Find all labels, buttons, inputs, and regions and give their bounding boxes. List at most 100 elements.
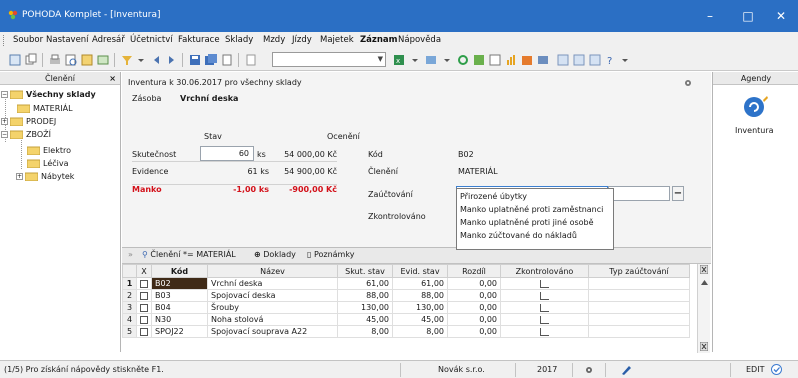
collapse-icon[interactable]: − bbox=[1, 91, 8, 98]
tab-filter[interactable]: ⚲ Členění *= MATERIÁL bbox=[142, 250, 236, 259]
excel-icon[interactable]: x bbox=[392, 53, 406, 67]
calendar-icon[interactable] bbox=[520, 53, 534, 67]
cell-kod[interactable]: B03 bbox=[151, 289, 208, 302]
col-evid-stav[interactable]: Evid. stav bbox=[392, 264, 448, 278]
attach-icon[interactable] bbox=[220, 53, 234, 67]
close-button[interactable]: ✕ bbox=[766, 6, 796, 26]
copy-icon[interactable] bbox=[24, 53, 38, 67]
cell-evid[interactable]: 88,00 bbox=[392, 289, 448, 302]
save-all-icon[interactable] bbox=[204, 53, 218, 67]
tree-node-vsechny-sklady[interactable]: − Všechny sklady bbox=[1, 90, 96, 99]
document-icon[interactable] bbox=[244, 53, 258, 67]
cell-evid[interactable]: 8,00 bbox=[392, 325, 448, 338]
toolbar-combo[interactable]: ▼ bbox=[272, 52, 386, 67]
refresh-icon[interactable] bbox=[456, 53, 470, 67]
table-row[interactable]: 3 B04 Šrouby 130,00 130,00 0,00 bbox=[122, 301, 690, 314]
col-rozdil[interactable]: Rozdíl bbox=[447, 264, 501, 278]
dropdown-arrow-icon[interactable] bbox=[618, 53, 632, 67]
menu-ucetnictvi[interactable]: Účetnictví bbox=[130, 35, 173, 45]
table-row[interactable]: 5 SPOJ22 Spojovací souprava A22 8,00 8,0… bbox=[122, 325, 690, 338]
expand-icon[interactable]: » bbox=[128, 250, 133, 259]
menu-jizdy[interactable]: Jízdy bbox=[292, 35, 312, 45]
filter-icon[interactable] bbox=[120, 53, 134, 67]
tab-doklady[interactable]: ⊕ Doklady bbox=[254, 250, 296, 259]
dropdown-arrow-icon[interactable] bbox=[440, 53, 454, 67]
menu-zaznam[interactable]: Záznam bbox=[360, 35, 398, 45]
col-zkontrolovano[interactable]: Zkontrolováno bbox=[500, 264, 589, 278]
table-row[interactable]: 2 B03 Spojovací deska 88,00 88,00 0,00 bbox=[122, 289, 690, 302]
cell-typ[interactable] bbox=[588, 313, 690, 326]
zauctovani-minus-button[interactable]: − bbox=[672, 186, 684, 201]
cell-zkontrolovano[interactable] bbox=[500, 301, 589, 314]
tree-node-leciva[interactable]: Léčiva bbox=[27, 159, 69, 168]
col-typ-zauctovani[interactable]: Typ zaúčtování bbox=[588, 264, 690, 278]
status-gear-icon[interactable] bbox=[585, 366, 593, 374]
cell-skut[interactable]: 88,00 bbox=[337, 289, 393, 302]
zauctovani-extra-input[interactable] bbox=[608, 186, 670, 201]
cell-nazev[interactable]: Spojovací deska bbox=[207, 289, 338, 302]
cell-typ[interactable] bbox=[588, 301, 690, 314]
cell-typ[interactable] bbox=[588, 325, 690, 338]
expand-icon[interactable]: + bbox=[16, 173, 23, 180]
cell-skut[interactable]: 45,00 bbox=[337, 313, 393, 326]
export-icon[interactable] bbox=[96, 53, 110, 67]
col-skut-stav[interactable]: Skut. stav bbox=[337, 264, 393, 278]
list-icon[interactable] bbox=[536, 53, 550, 67]
back-icon[interactable] bbox=[150, 53, 164, 67]
grid-vertical-scrollbar[interactable] bbox=[697, 264, 710, 353]
tree-node-prodej[interactable]: + PRODEJ bbox=[1, 117, 56, 126]
dropdown-option[interactable]: Manko uplatněné proti jiné osobě bbox=[460, 218, 594, 227]
column-chooser-icon[interactable] bbox=[700, 265, 708, 274]
help-icon[interactable]: ? bbox=[604, 53, 618, 67]
cell-nazev[interactable]: Vrchní deska bbox=[207, 277, 338, 290]
cell-typ[interactable] bbox=[588, 289, 690, 302]
menu-nastaveni[interactable]: Nastavení bbox=[46, 35, 89, 45]
menu-majetek[interactable]: Majetek bbox=[320, 35, 354, 45]
preview-icon[interactable] bbox=[64, 53, 78, 67]
table-row[interactable]: 4 N30 Noha stolová 45,00 45,00 0,00 bbox=[122, 313, 690, 326]
cell-kod[interactable]: B02 bbox=[151, 277, 208, 290]
menu-soubor[interactable]: Soubor bbox=[13, 35, 43, 45]
cell-zkontrolovano[interactable] bbox=[500, 277, 589, 290]
menu-adresar[interactable]: Adresář bbox=[92, 35, 125, 45]
settings-icon[interactable] bbox=[684, 79, 692, 87]
tree-node-material[interactable]: MATERIÁL bbox=[17, 104, 73, 113]
cell-kod[interactable]: SPOJ22 bbox=[151, 325, 208, 338]
col-nazev[interactable]: Název bbox=[207, 264, 338, 278]
cell-rozdil[interactable]: 0,00 bbox=[447, 325, 501, 338]
report-icon[interactable] bbox=[80, 53, 94, 67]
scroll-up-icon[interactable] bbox=[701, 280, 708, 285]
dropdown-option[interactable]: Přirozené úbytky bbox=[460, 192, 527, 201]
chart-icon[interactable] bbox=[504, 53, 518, 67]
pen-icon[interactable] bbox=[620, 364, 632, 376]
row-checkbox[interactable] bbox=[136, 289, 152, 302]
dropdown-option[interactable]: Manko zúčtované do nákladů bbox=[460, 231, 577, 240]
cell-typ[interactable] bbox=[588, 277, 690, 290]
inventura-icon[interactable] bbox=[743, 94, 769, 120]
cell-skut[interactable]: 8,00 bbox=[337, 325, 393, 338]
dropdown-arrow-icon[interactable] bbox=[408, 53, 422, 67]
cell-evid[interactable]: 130,00 bbox=[392, 301, 448, 314]
col-x[interactable]: X bbox=[136, 264, 152, 278]
tools-icon[interactable] bbox=[424, 53, 438, 67]
cell-rozdil[interactable]: 0,00 bbox=[447, 301, 501, 314]
forward-icon[interactable] bbox=[164, 53, 178, 67]
table-row[interactable]: 1 B02 Vrchní deska 61,00 61,00 0,00 bbox=[122, 277, 690, 290]
cell-rozdil[interactable]: 0,00 bbox=[447, 313, 501, 326]
cell-kod[interactable]: B04 bbox=[151, 301, 208, 314]
cell-skut[interactable]: 61,00 bbox=[337, 277, 393, 290]
tree-node-zbozi[interactable]: − ZBOŽÍ bbox=[1, 130, 51, 139]
column-chooser-icon[interactable] bbox=[700, 342, 708, 351]
view2-icon[interactable] bbox=[572, 53, 586, 67]
cell-rozdil[interactable]: 0,00 bbox=[447, 277, 501, 290]
cell-kod[interactable]: N30 bbox=[151, 313, 208, 326]
row-checkbox[interactable] bbox=[136, 325, 152, 338]
grid-icon[interactable] bbox=[488, 53, 502, 67]
print-icon[interactable] bbox=[48, 53, 62, 67]
row-checkbox[interactable] bbox=[136, 277, 152, 290]
col-kod[interactable]: Kód bbox=[151, 264, 208, 278]
expand-icon[interactable]: + bbox=[1, 118, 8, 125]
dropdown-option[interactable]: Manko uplatněné proti zaměstnanci bbox=[460, 205, 603, 214]
view-icon[interactable] bbox=[556, 53, 570, 67]
cell-zkontrolovano[interactable] bbox=[500, 313, 589, 326]
